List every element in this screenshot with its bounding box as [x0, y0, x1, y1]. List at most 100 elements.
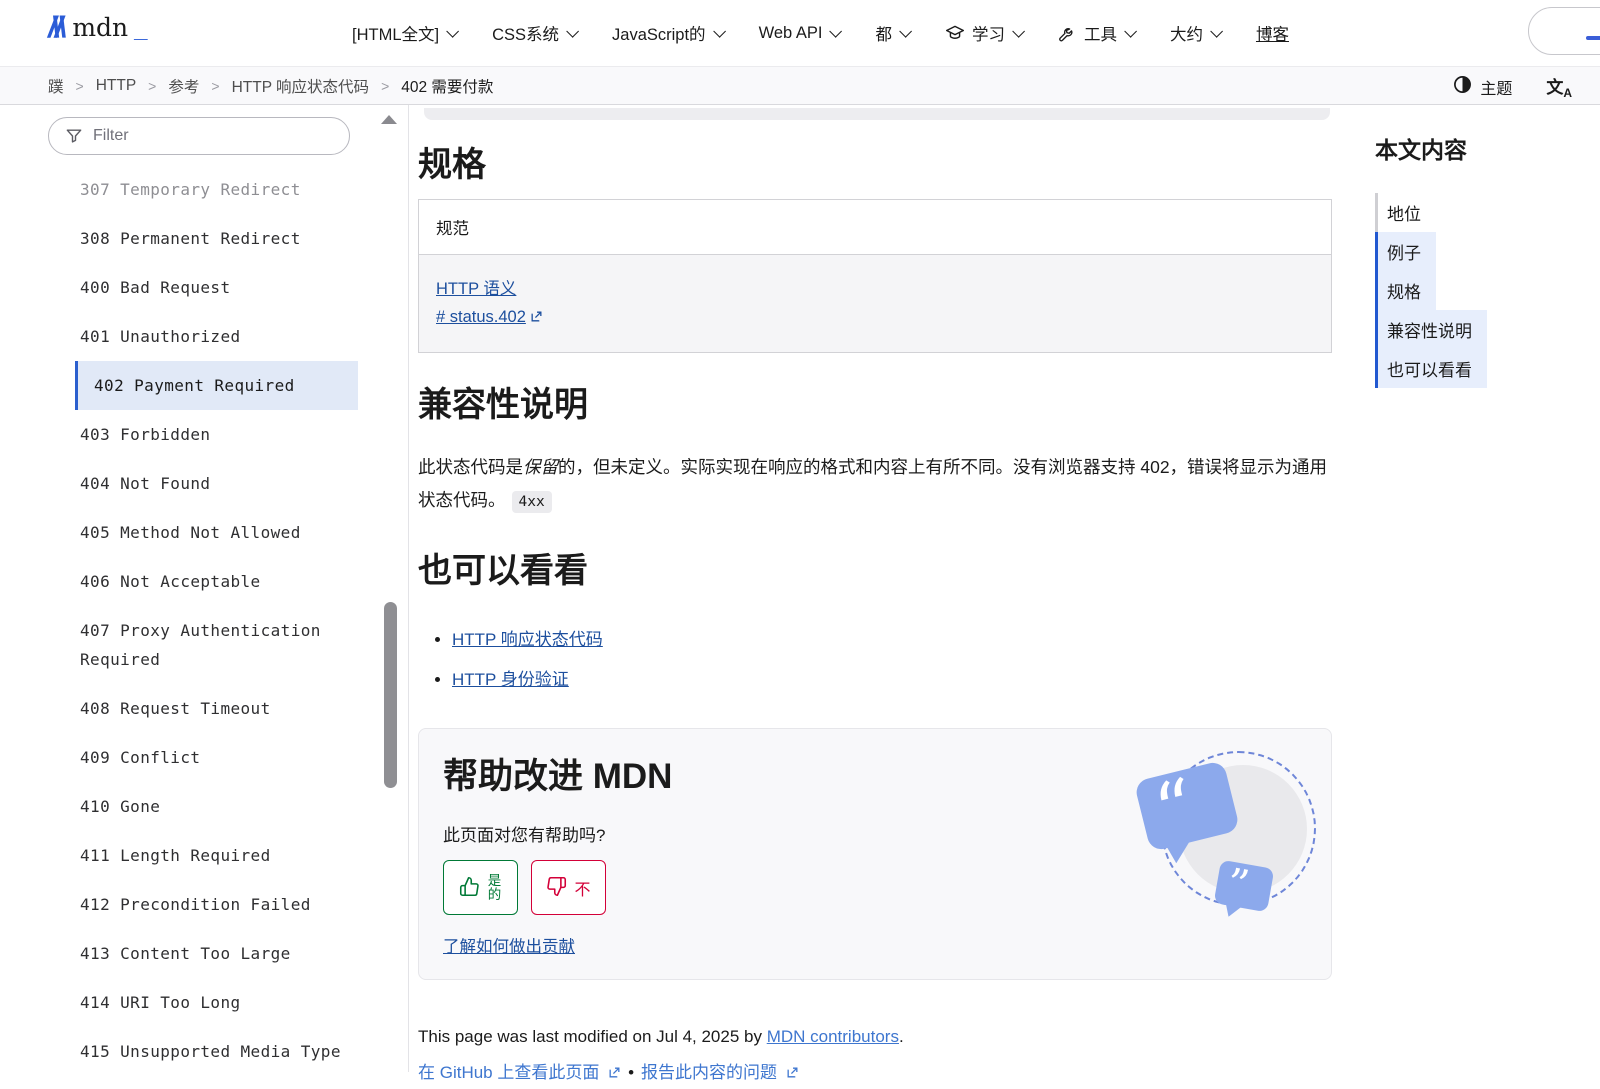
specifications-heading: 规格 [418, 143, 1332, 187]
status-code-list-item[interactable]: 406 Not Acceptable [48, 557, 342, 606]
sidebar: 307 Temporary Redirect 308 Permanent Red… [0, 105, 408, 1072]
report-problem-link[interactable]: 报告此内容的问题 [641, 1063, 799, 1082]
breadcrumb-actions: 主题 文A [1453, 67, 1572, 106]
breadcrumb-separator: > [381, 78, 389, 94]
nav-item-blog[interactable]: 博客 [1256, 21, 1289, 45]
status-code-list-item[interactable]: 403 Forbidden [48, 410, 342, 459]
sidebar-scroll-up-arrow[interactable] [381, 115, 397, 124]
graduation-cap-icon [945, 23, 965, 43]
contribute-link[interactable]: 了解如何做出贡献 [443, 933, 575, 957]
article-content: 规格 规范 HTTP 语义 # status.402 兼容性说明 此状态代码是保… [418, 105, 1332, 1089]
status-code-list-item[interactable]: 401 Unauthorized [48, 312, 342, 361]
nav-item-javascript[interactable]: JavaScript的 [612, 21, 722, 45]
mdn-logo[interactable]: /\/\ mdn _ [48, 13, 148, 43]
status-code-list-item[interactable]: 412 Precondition Failed [48, 880, 342, 929]
view-on-github-link[interactable]: 在 GitHub 上查看此页面 [418, 1063, 621, 1082]
link-http-authentication[interactable]: HTTP 身份验证 [452, 670, 569, 689]
source-links-line: 在 GitHub 上查看此页面 •报告此内容的问题 [418, 1058, 1332, 1089]
sidebar-scrollbar[interactable] [384, 602, 397, 788]
mdn-contributors-link[interactable]: MDN contributors [767, 1027, 899, 1046]
status-code-list-item[interactable]: 308 Permanent Redirect [48, 214, 342, 263]
sidebar-filter-input[interactable] [48, 117, 350, 155]
toc-item: 兼容性说明 [1375, 310, 1590, 349]
feedback-card: 帮助改进 MDN 此页面对您有帮助吗? 是的 不 了解如何做出贡 [418, 728, 1332, 980]
filter-funnel-icon [64, 126, 84, 151]
feedback-no-button[interactable]: 不 [531, 860, 606, 915]
breadcrumb-separator: > [76, 78, 84, 94]
theme-icon [1453, 75, 1472, 99]
chevron-down-icon [1012, 25, 1025, 38]
status-code-list-item[interactable]: 405 Method Not Allowed [48, 508, 342, 557]
search-caret [1586, 36, 1600, 40]
clipped-code-block [424, 108, 1330, 120]
status-code-list-item[interactable]: 307 Temporary Redirect [48, 165, 342, 214]
breadcrumb-status-codes[interactable]: HTTP 响应状态代码 [232, 75, 370, 97]
reserved-italic: 保留 [523, 457, 558, 477]
list-item: HTTP 响应状态代码 [452, 625, 1332, 650]
nav-item-html[interactable]: [HTML全文] [352, 21, 455, 45]
nav-item-tools[interactable]: 工具 [1058, 21, 1133, 45]
toc-item: 地位 [1375, 193, 1590, 232]
status-code-list-item[interactable]: 400 Bad Request [48, 263, 342, 312]
status-code-list-item[interactable]: 402 Payment Required [75, 361, 358, 410]
toc-title: 本文内容 [1375, 131, 1590, 165]
main-nav: [HTML全文] CSS系统 JavaScript的 Web API 都 学习 [352, 0, 1289, 66]
toc-item: 也可以看看 [1375, 349, 1590, 388]
spec-link-status-402[interactable]: # status.402 [436, 308, 543, 328]
chevron-down-icon [566, 25, 579, 38]
feedback-yes-button[interactable]: 是的 [443, 860, 518, 915]
link-http-status-codes[interactable]: HTTP 响应状态代码 [452, 630, 603, 649]
spec-table-cell: HTTP 语义 # status.402 [419, 255, 1332, 353]
spec-link-http-semantics[interactable]: HTTP 语义 [436, 275, 516, 299]
external-link-icon [786, 1059, 799, 1089]
external-link-icon [608, 1059, 621, 1089]
chevron-down-icon [1210, 25, 1223, 38]
thumbs-down-icon [546, 876, 567, 900]
status-code-list-item[interactable]: 411 Length Required [48, 831, 342, 880]
breadcrumb-separator: > [148, 78, 156, 94]
status-code-list-item[interactable]: 404 Not Found [48, 459, 342, 508]
nav-item-css[interactable]: CSS系统 [492, 21, 575, 45]
breadcrumb-current-page: 402 需要付款 [401, 75, 493, 97]
see-also-heading: 也可以看看 [418, 549, 1332, 593]
breadcrumb-http[interactable]: HTTP [96, 77, 136, 95]
chevron-down-icon [830, 25, 843, 38]
toc-item: 例子 [1375, 232, 1590, 271]
nav-item-about[interactable]: 大约 [1170, 21, 1219, 45]
theme-toggle-button[interactable]: 主题 [1453, 75, 1512, 99]
nav-item-web-api[interactable]: Web API [759, 24, 839, 43]
nav-item-all[interactable]: 都 [875, 21, 908, 45]
status-code-list-item[interactable]: 410 Gone [48, 782, 342, 831]
breadcrumb-reference[interactable]: 参考 [168, 75, 199, 97]
status-code-list-item[interactable]: 407 Proxy Authentication Required [48, 606, 342, 684]
list-item: HTTP 身份验证 [452, 665, 1332, 690]
status-code-list-item[interactable]: 413 Content Too Large [48, 929, 342, 978]
breadcrumb-bar: 蹼 > HTTP > 参考 > HTTP 响应状态代码 > 402 需要付款 主… [0, 66, 1600, 105]
external-link-icon [530, 309, 543, 328]
chevron-down-icon [446, 25, 459, 38]
table-of-contents: 本文内容 地位 例子 规格 兼容性说明 也可以看看 [1375, 131, 1590, 388]
search-input[interactable] [1528, 7, 1600, 55]
compatibility-paragraph: 此状态代码是保留的，但未定义。实际实现在响应的格式和内容上有所不同。没有浏览器支… [418, 451, 1332, 519]
nav-item-learn[interactable]: 学习 [945, 21, 1021, 45]
see-also-list: HTTP 响应状态代码 HTTP 身份验证 [418, 625, 1332, 690]
mdn-logo-underscore: _ [134, 17, 147, 43]
chevron-down-icon [899, 25, 912, 38]
chevron-down-icon [1124, 25, 1137, 38]
chevron-down-icon [713, 25, 726, 38]
spec-table-header: 规范 [419, 200, 1332, 255]
language-switcher-button[interactable]: 文A [1546, 73, 1572, 100]
translate-icon: 文A [1546, 78, 1572, 97]
speech-bubble-icon: ” [1214, 860, 1275, 913]
status-code-list-item[interactable]: 409 Conflict [48, 733, 342, 782]
wrench-icon [1058, 24, 1077, 43]
toc-item: 规格 [1375, 271, 1590, 310]
toc-list: 地位 例子 规格 兼容性说明 也可以看看 [1375, 193, 1590, 388]
breadcrumb-separator: > [211, 78, 219, 94]
status-code-list-item[interactable]: 408 Request Timeout [48, 684, 342, 733]
breadcrumb-home[interactable]: 蹼 [48, 75, 64, 97]
status-code-list-item[interactable]: 415 Unsupported Media Type [48, 1027, 342, 1072]
mdn-logo-text: mdn [72, 13, 128, 43]
status-code-list-item[interactable]: 414 URI Too Long [48, 978, 342, 1027]
status-code-list: 307 Temporary Redirect 308 Permanent Red… [48, 165, 348, 1072]
